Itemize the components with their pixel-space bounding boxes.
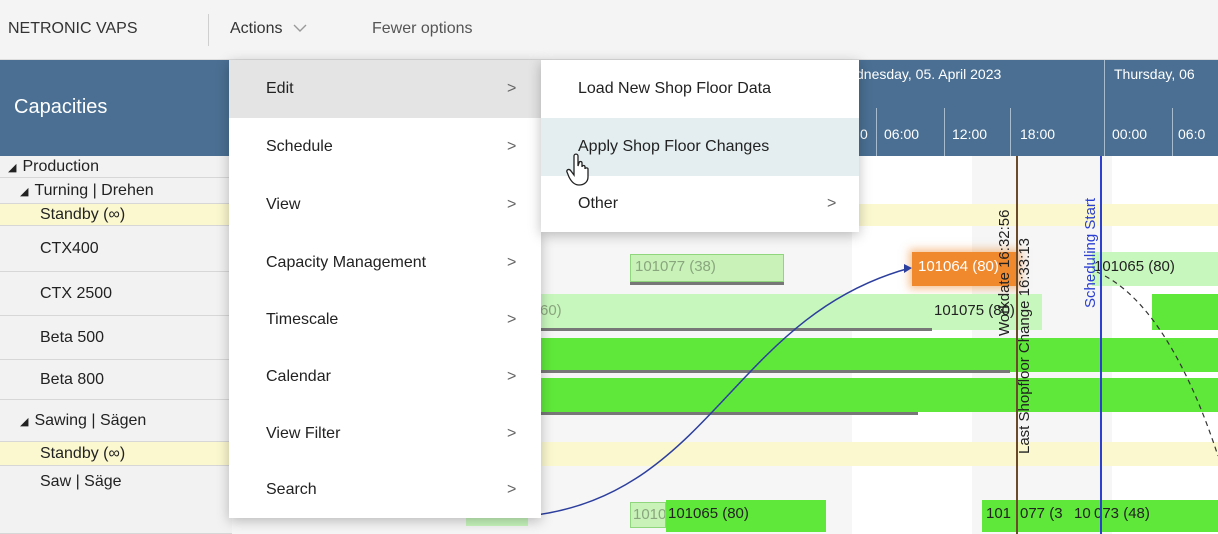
tree-row-saw[interactable]: Saw | Säge bbox=[0, 466, 232, 534]
chevron-right-icon: > bbox=[507, 425, 517, 442]
scheduling-start-marker bbox=[1100, 156, 1102, 534]
menu-item-schedule[interactable]: Schedule > bbox=[229, 118, 541, 176]
hour-divider bbox=[876, 108, 877, 156]
hour-divider bbox=[1104, 108, 1105, 156]
menu-item-label: Load New Shop Floor Data bbox=[578, 80, 771, 97]
chevron-right-icon: > bbox=[827, 195, 837, 212]
row-label: Production bbox=[22, 157, 99, 175]
dependency-curve-dashed bbox=[1096, 271, 1218, 457]
menu-item-view[interactable]: View > bbox=[229, 176, 541, 234]
row-label: Saw | Säge bbox=[40, 473, 122, 490]
tree-row-turning[interactable]: ◢ Turning | Drehen bbox=[0, 178, 232, 204]
row-label: Beta 500 bbox=[40, 328, 105, 346]
row-label: Sawing | Sägen bbox=[34, 411, 147, 429]
hour-divider bbox=[1010, 108, 1011, 156]
row-label: Turning | Drehen bbox=[34, 181, 154, 199]
top-toolbar: NETRONIC VAPS Actions Fewer options bbox=[0, 0, 1218, 60]
tree-row-standby-sawing[interactable]: Standby (∞) bbox=[0, 442, 232, 466]
toolbar-divider bbox=[208, 14, 209, 46]
hour-label: 06:0 bbox=[1178, 126, 1206, 142]
tree-row-ctx400[interactable]: CTX400 bbox=[0, 226, 232, 272]
actions-dropdown-menu: Edit > Schedule > View > Capacity Manage… bbox=[229, 60, 541, 518]
row-label: Standby (∞) bbox=[40, 205, 126, 223]
day-label: Thursday, 06 bbox=[1114, 66, 1195, 82]
row-label: Standby (∞) bbox=[40, 444, 126, 462]
tree-row-standby-turning[interactable]: Standby (∞) bbox=[0, 204, 232, 226]
capacities-title: Capacities bbox=[14, 96, 108, 118]
day-label: dnesday, 05. April 2023 bbox=[856, 66, 1002, 82]
menu-item-search[interactable]: Search > bbox=[229, 462, 541, 518]
chevron-right-icon: > bbox=[507, 481, 517, 498]
menu-item-label: Edit bbox=[266, 80, 294, 97]
marker-label: Scheduling Start bbox=[1082, 197, 1099, 308]
menu-item-edit[interactable]: Edit > bbox=[229, 60, 541, 118]
menu-item-label: Other bbox=[578, 195, 619, 212]
chevron-right-icon: > bbox=[507, 368, 517, 385]
menu-item-label: View Filter bbox=[266, 425, 341, 442]
tree-row-beta800[interactable]: Beta 800 bbox=[0, 360, 232, 400]
row-label: CTX 2500 bbox=[40, 284, 113, 302]
menu-item-label: Apply Shop Floor Changes bbox=[578, 138, 770, 155]
marker-label: Last Shopfloor Change 16:33:13 bbox=[1016, 238, 1033, 454]
menu-item-label: Calendar bbox=[266, 368, 331, 385]
hour-divider bbox=[944, 108, 945, 156]
hour-label: 18:00 bbox=[1020, 126, 1056, 142]
app-title: NETRONIC VAPS bbox=[8, 20, 138, 37]
fewer-options-button[interactable]: Fewer options bbox=[372, 20, 473, 38]
hour-label: 12:00 bbox=[952, 126, 988, 142]
menu-item-load-new-shop-floor-data[interactable]: Load New Shop Floor Data bbox=[541, 60, 859, 118]
row-label: Beta 800 bbox=[40, 370, 105, 388]
chevron-right-icon: > bbox=[507, 138, 517, 155]
chevron-right-icon: > bbox=[507, 254, 517, 271]
menu-item-label: View bbox=[266, 196, 301, 213]
hour-label: 00:00 bbox=[1112, 126, 1148, 142]
dependency-curve bbox=[527, 267, 911, 517]
hour-label: 06:00 bbox=[884, 126, 920, 142]
tree-row-ctx2500[interactable]: CTX 2500 bbox=[0, 272, 232, 316]
marker-label: Workdate 16:32:56 bbox=[996, 209, 1013, 336]
edit-submenu: Load New Shop Floor Data Apply Shop Floo… bbox=[541, 60, 859, 232]
collapse-triangle-icon[interactable]: ◢ bbox=[20, 186, 28, 198]
chevron-right-icon: > bbox=[507, 311, 517, 328]
menu-item-label: Schedule bbox=[266, 138, 333, 155]
hour-divider bbox=[1172, 108, 1173, 156]
actions-menu-button[interactable]: Actions bbox=[230, 20, 307, 38]
menu-item-calendar[interactable]: Calendar > bbox=[229, 348, 541, 406]
chevron-right-icon: > bbox=[507, 196, 517, 213]
menu-item-view-filter[interactable]: View Filter > bbox=[229, 406, 541, 462]
tree-row-sawing[interactable]: ◢ Sawing | Sägen bbox=[0, 400, 232, 442]
capacities-header: Capacities bbox=[0, 60, 232, 156]
dependency-arrow bbox=[904, 264, 912, 273]
menu-item-label: Capacity Management bbox=[266, 254, 427, 271]
menu-item-label: Search bbox=[266, 481, 317, 498]
row-label: CTX400 bbox=[40, 239, 99, 257]
menu-item-label: Timescale bbox=[266, 311, 339, 328]
collapse-triangle-icon[interactable]: ◢ bbox=[8, 162, 16, 174]
actions-label: Actions bbox=[230, 20, 283, 38]
tree-row-production[interactable]: ◢ Production bbox=[0, 156, 232, 178]
tree-row-beta500[interactable]: Beta 500 bbox=[0, 316, 232, 360]
hand-pointer-icon bbox=[566, 153, 589, 186]
chevron-right-icon: > bbox=[507, 80, 517, 97]
collapse-triangle-icon[interactable]: ◢ bbox=[20, 416, 28, 428]
menu-item-timescale[interactable]: Timescale > bbox=[229, 292, 541, 348]
menu-item-capacity-management[interactable]: Capacity Management > bbox=[229, 234, 541, 292]
hour-label: 0 bbox=[860, 126, 868, 142]
chevron-down-icon bbox=[293, 20, 307, 38]
